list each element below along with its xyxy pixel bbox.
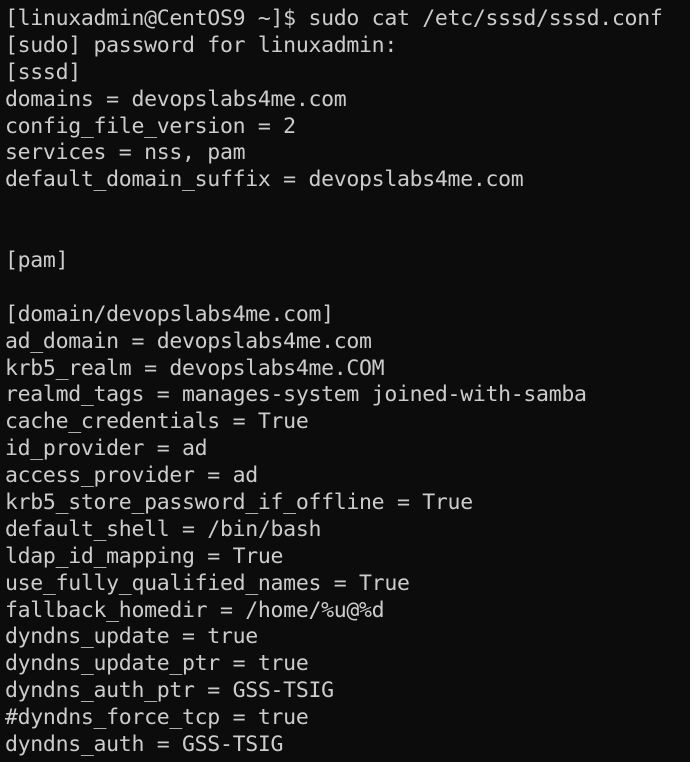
- config-line: domains = devopslabs4me.com: [5, 86, 347, 112]
- terminal-window[interactable]: [linuxadmin@CentOS9 ~]$ sudo cat /etc/ss…: [0, 0, 690, 762]
- config-line: realmd_tags = manages-system joined-with…: [5, 382, 587, 408]
- config-line: dyndns_auth = GSS-TSIG: [5, 732, 284, 758]
- domain-section-header: [domain/devopslabs4me.com]: [5, 301, 334, 327]
- config-line: krb5_store_password_if_offline = True: [5, 490, 473, 516]
- config-line: fallback_homedir = /home/%u@%d: [5, 597, 385, 623]
- config-line: use_fully_qualified_names = True: [5, 570, 410, 596]
- config-line: krb5_realm = devopslabs4me.COM: [5, 355, 385, 381]
- config-line: #dyndns_force_tcp = true: [5, 705, 309, 731]
- command-prompt-line: [linuxadmin@CentOS9 ~]$ sudo cat /etc/ss…: [5, 6, 663, 31]
- config-line: default_domain_suffix = devopslabs4me.co…: [5, 167, 524, 193]
- sssd-section-header: [sssd]: [5, 59, 81, 85]
- config-line: dyndns_update = true: [5, 624, 258, 650]
- pam-section-header: [pam]: [5, 248, 69, 274]
- config-line: ldap_id_mapping = True: [5, 543, 284, 569]
- config-line: access_provider = ad: [5, 463, 258, 489]
- config-line: default_shell = /bin/bash: [5, 516, 322, 542]
- config-line: cache_credentials = True: [5, 409, 309, 435]
- config-line: dyndns_auth_ptr = GSS-TSIG: [5, 678, 334, 704]
- config-line: services = nss, pam: [5, 140, 246, 166]
- sudo-password-prompt: [sudo] password for linuxadmin:: [5, 32, 397, 58]
- config-line: id_provider = ad: [5, 436, 208, 462]
- config-line: ad_domain = devopslabs4me.com: [5, 328, 372, 354]
- config-line: config_file_version = 2: [5, 113, 296, 139]
- config-line: dyndns_update_ptr = true: [5, 651, 309, 677]
